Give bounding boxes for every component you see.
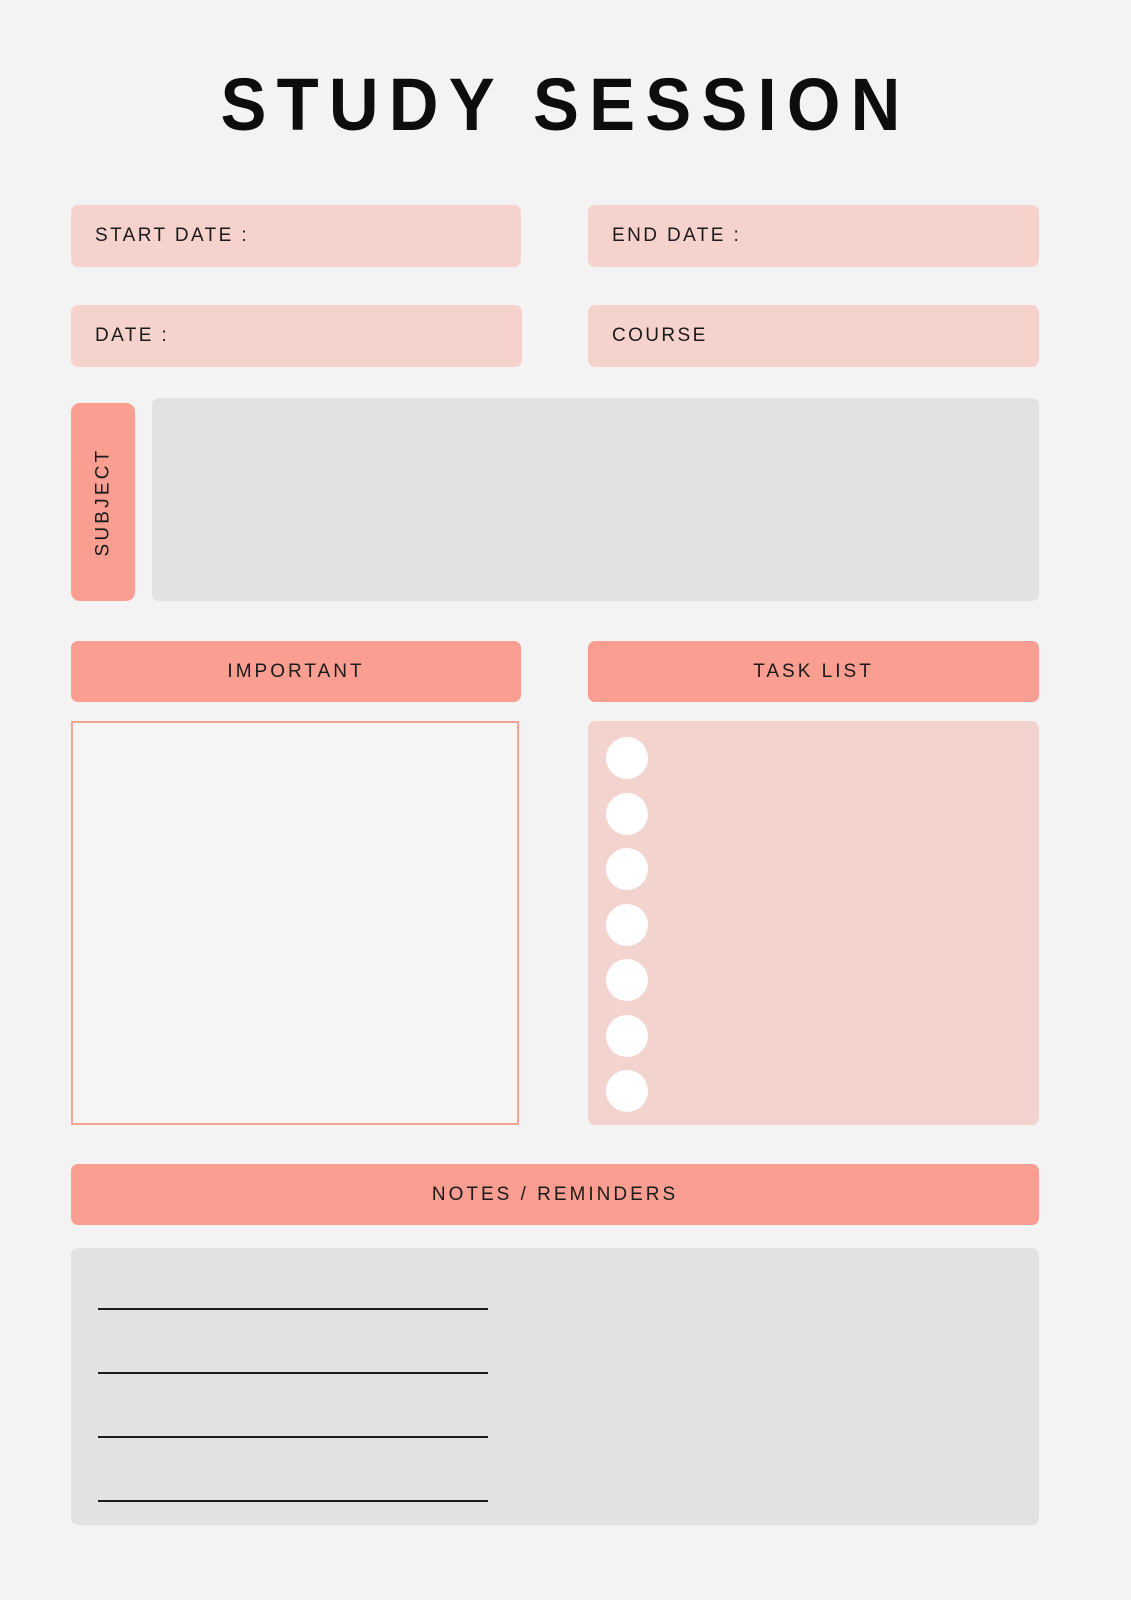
subject-input-area[interactable] — [152, 398, 1039, 601]
task-checkbox-icon[interactable] — [606, 903, 648, 946]
task-list-item[interactable] — [606, 1069, 1021, 1113]
task-list-item[interactable] — [606, 1014, 1021, 1058]
course-field[interactable]: COURSE — [588, 305, 1039, 367]
note-writing-line[interactable] — [98, 1308, 488, 1310]
task-checkbox-icon[interactable] — [606, 959, 648, 1001]
task-list-header-label: TASK LIST — [753, 660, 874, 682]
note-writing-line[interactable] — [98, 1436, 488, 1438]
subject-tab: SUBJECT — [71, 403, 135, 601]
study-session-planner: STUDY SESSION START DATE : END DATE : DA… — [0, 0, 1131, 1600]
important-header-label: IMPORTANT — [227, 660, 365, 682]
task-checkbox-icon[interactable] — [606, 792, 648, 835]
end-date-label: END DATE : — [612, 225, 742, 246]
note-writing-line[interactable] — [98, 1372, 488, 1374]
task-list-item[interactable] — [606, 958, 1021, 1002]
subject-tab-label: SUBJECT — [92, 447, 113, 557]
task-list-item[interactable] — [606, 792, 1021, 836]
task-checkbox-icon[interactable] — [606, 737, 648, 779]
task-checkbox-icon[interactable] — [606, 1014, 648, 1057]
task-list-item[interactable] — [606, 903, 1021, 947]
date-label: DATE : — [95, 325, 170, 346]
task-checkbox-icon[interactable] — [606, 848, 648, 890]
task-list-item[interactable] — [606, 736, 1021, 780]
date-field[interactable]: DATE : — [71, 305, 522, 367]
page-title: STUDY SESSION — [220, 63, 911, 146]
course-label: COURSE — [612, 325, 708, 346]
notes-header-label: NOTES / REMINDERS — [431, 1183, 679, 1205]
important-input-area[interactable] — [71, 721, 519, 1125]
note-writing-line[interactable] — [98, 1500, 488, 1502]
notes-input-area[interactable] — [71, 1248, 1039, 1525]
notes-section-header: NOTES / REMINDERS — [71, 1164, 1039, 1225]
important-section-header: IMPORTANT — [71, 641, 521, 702]
start-date-label: START DATE : — [95, 225, 250, 246]
end-date-field[interactable]: END DATE : — [588, 205, 1039, 267]
task-list-item[interactable] — [606, 847, 1021, 891]
task-checkbox-icon[interactable] — [606, 1070, 648, 1112]
start-date-field[interactable]: START DATE : — [71, 205, 521, 267]
task-list-panel — [588, 721, 1039, 1125]
task-list-section-header: TASK LIST — [588, 641, 1039, 702]
